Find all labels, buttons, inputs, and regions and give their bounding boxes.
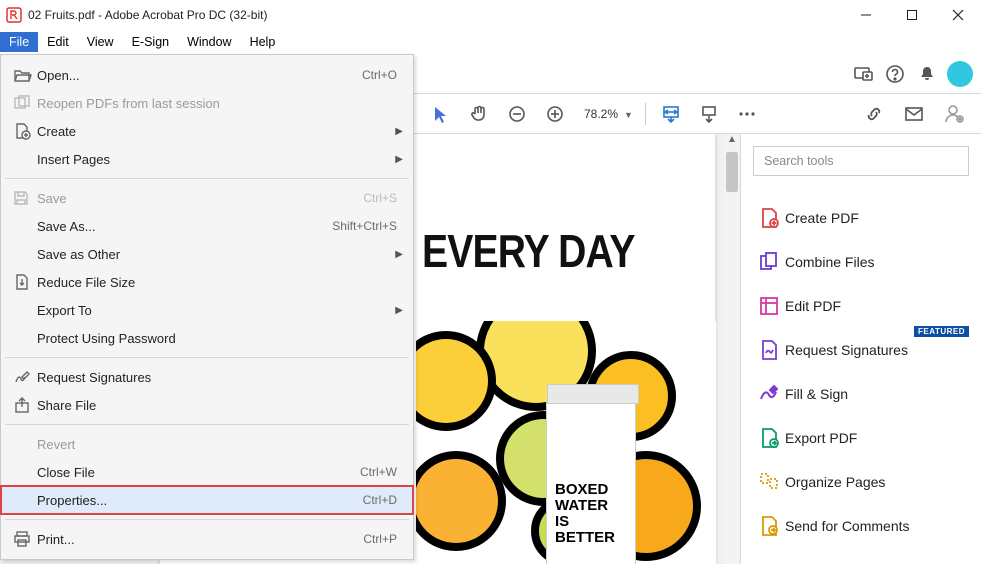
help-icon[interactable] — [879, 58, 911, 90]
menu-save-as[interactable]: Save As... Shift+Ctrl+S — [1, 212, 413, 240]
tool-organize-pages[interactable]: Organize Pages — [753, 460, 969, 504]
menu-view[interactable]: View — [78, 32, 123, 52]
submenu-arrow-icon: ▶ — [395, 126, 403, 137]
menu-save: Save Ctrl+S — [1, 184, 413, 212]
scroll-up-arrow-icon[interactable]: ▲ — [724, 134, 740, 150]
tool-label: Create PDF — [785, 210, 859, 226]
share-link-icon[interactable] — [861, 101, 887, 127]
create-icon — [13, 122, 37, 140]
fit-width-icon[interactable] — [658, 101, 684, 127]
print-icon — [13, 530, 37, 548]
combine-files-icon — [753, 251, 785, 273]
email-icon[interactable] — [901, 101, 927, 127]
menu-save-other[interactable]: Save as Other ▶ — [1, 240, 413, 268]
menu-bar: File Edit View E-Sign Window Help — [0, 30, 981, 54]
featured-badge: FEATURED — [914, 326, 969, 337]
tool-edit-pdf[interactable]: Edit PDF — [753, 284, 969, 328]
organize-pages-icon — [753, 471, 785, 493]
user-avatar[interactable] — [947, 61, 973, 87]
tool-label: Combine Files — [785, 254, 874, 270]
tool-export-pdf[interactable]: Export PDF — [753, 416, 969, 460]
menu-export-to[interactable]: Export To ▶ — [1, 296, 413, 324]
fill-sign-icon — [753, 383, 785, 405]
document-image: BOXED WATER IS BETTER — [416, 321, 716, 564]
send-comments-icon — [753, 515, 785, 537]
export-pdf-icon — [753, 427, 785, 449]
create-pdf-icon — [753, 207, 785, 229]
close-button[interactable] — [935, 0, 981, 30]
tool-send-comments[interactable]: Send for Comments — [753, 504, 969, 548]
edit-pdf-icon — [753, 295, 785, 317]
app-icon — [6, 7, 22, 23]
tool-request-signatures[interactable]: Request Signatures FEATURED — [753, 328, 969, 372]
reopen-icon — [13, 94, 37, 112]
folder-open-icon — [13, 66, 37, 84]
menu-file[interactable]: File — [0, 32, 38, 52]
reduce-icon — [13, 273, 37, 291]
tool-combine-files[interactable]: Combine Files — [753, 240, 969, 284]
tool-label: Send for Comments — [785, 518, 910, 534]
minimize-button[interactable] — [843, 0, 889, 30]
request-signatures-icon — [753, 339, 785, 361]
signature-icon — [13, 368, 37, 386]
menu-create[interactable]: Create ▶ — [1, 117, 413, 145]
menu-help[interactable]: Help — [241, 32, 285, 52]
document-headline: EVERY DAY — [422, 224, 635, 278]
notifications-icon[interactable] — [911, 58, 943, 90]
submenu-arrow-icon: ▶ — [395, 249, 403, 260]
menu-esign[interactable]: E-Sign — [123, 32, 179, 52]
scrollbar-thumb[interactable] — [726, 152, 738, 192]
search-placeholder: Search tools — [764, 154, 833, 168]
menu-reopen: Reopen PDFs from last session — [1, 89, 413, 117]
share-icon — [13, 396, 37, 414]
title-bar: 02 Fruits.pdf - Adobe Acrobat Pro DC (32… — [0, 0, 981, 30]
menu-reduce-size[interactable]: Reduce File Size — [1, 268, 413, 296]
menu-close-file[interactable]: Close File Ctrl+W — [1, 458, 413, 486]
tool-fill-sign[interactable]: Fill & Sign — [753, 372, 969, 416]
select-tool-icon[interactable] — [428, 101, 454, 127]
zoom-out-icon[interactable] — [504, 101, 530, 127]
hand-tool-icon[interactable] — [466, 101, 492, 127]
menu-window[interactable]: Window — [178, 32, 240, 52]
maximize-button[interactable] — [889, 0, 935, 30]
menu-open[interactable]: Open... Ctrl+O — [1, 61, 413, 89]
separator — [5, 424, 409, 425]
scroll-mode-icon[interactable] — [696, 101, 722, 127]
separator — [5, 178, 409, 179]
menu-properties[interactable]: Properties... Ctrl+D — [1, 486, 413, 514]
zoom-level[interactable]: 78.2%▼ — [580, 105, 633, 123]
menu-print[interactable]: Print... Ctrl+P — [1, 525, 413, 553]
menu-protect[interactable]: Protect Using Password — [1, 324, 413, 352]
tool-label: Fill & Sign — [785, 386, 848, 402]
menu-insert-pages[interactable]: Insert Pages ▶ — [1, 145, 413, 173]
tool-label: Edit PDF — [785, 298, 841, 314]
search-tools-input[interactable]: Search tools — [753, 146, 969, 176]
separator — [5, 519, 409, 520]
submenu-arrow-icon: ▶ — [395, 305, 403, 316]
add-device-icon[interactable] — [847, 58, 879, 90]
menu-edit[interactable]: Edit — [38, 32, 78, 52]
tool-label: Export PDF — [785, 430, 857, 446]
tool-label: Request Signatures — [785, 342, 908, 358]
zoom-in-icon[interactable] — [542, 101, 568, 127]
file-menu-dropdown: Open... Ctrl+O Reopen PDFs from last ses… — [0, 54, 414, 560]
save-icon — [13, 190, 37, 206]
submenu-arrow-icon: ▶ — [395, 154, 403, 165]
tool-label: Organize Pages — [785, 474, 885, 490]
vertical-scrollbar[interactable]: ▲ — [724, 134, 740, 564]
more-tools-icon[interactable] — [734, 101, 760, 127]
window-title: 02 Fruits.pdf - Adobe Acrobat Pro DC (32… — [28, 8, 267, 22]
separator — [5, 357, 409, 358]
menu-revert: Revert — [1, 430, 413, 458]
tool-create-pdf[interactable]: Create PDF — [753, 196, 969, 240]
menu-request-signatures[interactable]: Request Signatures — [1, 363, 413, 391]
tools-panel: Search tools Create PDF Combine Files Ed… — [740, 134, 981, 564]
menu-share-file[interactable]: Share File — [1, 391, 413, 419]
share-person-icon[interactable] — [941, 101, 967, 127]
